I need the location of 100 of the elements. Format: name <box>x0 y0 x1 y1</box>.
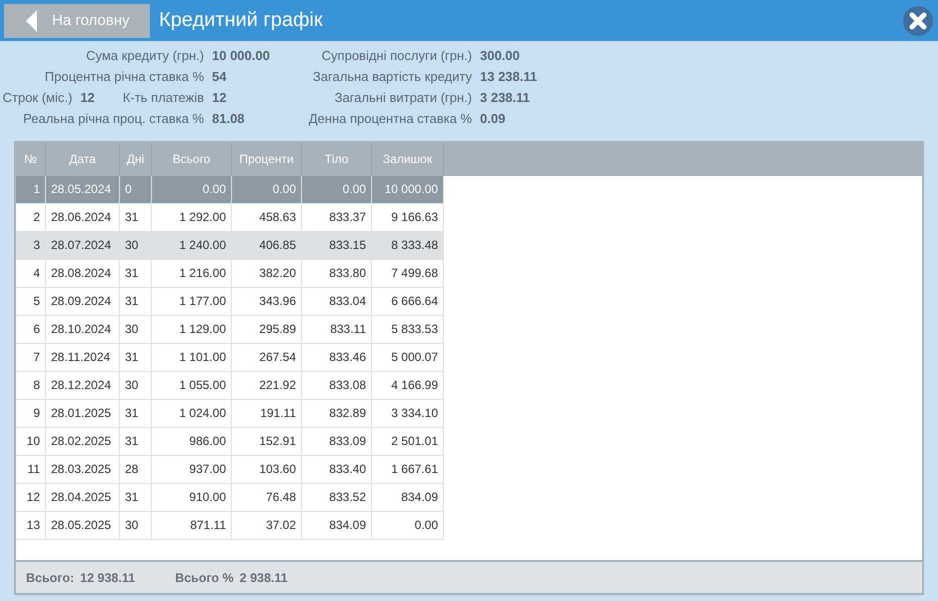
table-cell: 28.08.2024 <box>46 260 120 287</box>
summary-label: Строк (міс.) <box>2 90 72 105</box>
summary-label: Процентна річна ставка % <box>44 69 204 84</box>
table-cell: 834.09 <box>302 512 372 539</box>
table-cell: 103.60 <box>232 456 302 483</box>
table-cell: 10 <box>16 428 46 455</box>
table-cell: 28.12.2024 <box>46 372 120 399</box>
table-row[interactable]: 4 28.08.2024 31 1 216.00 382.20 833.80 7 499.68 <box>16 260 444 288</box>
table-cell: 1 667.61 <box>372 456 444 483</box>
table-cell: 6 666.64 <box>372 288 444 315</box>
table-cell: 76.48 <box>232 484 302 511</box>
total-value: 12 938.11 <box>80 570 136 584</box>
table-cell: 28.05.2024 <box>46 176 120 203</box>
table-cell: 833.37 <box>302 204 372 231</box>
table-cell: 833.09 <box>302 428 372 455</box>
table-cell: 833.11 <box>302 316 372 343</box>
table-cell: 910.00 <box>152 484 232 511</box>
table-cell: 458.63 <box>232 204 302 231</box>
table-cell: 28.06.2024 <box>46 204 120 231</box>
table-cell: 834.09 <box>372 484 444 511</box>
table-cell: 5 <box>16 288 46 315</box>
table-cell: 191.11 <box>232 400 302 427</box>
table-cell: 28.01.2025 <box>46 400 120 427</box>
table-cell: 7 <box>16 344 46 371</box>
table-cell: 9 166.63 <box>372 204 444 231</box>
table-cell: 28.04.2025 <box>46 484 120 511</box>
table-cell: 8 <box>16 372 46 399</box>
table-cell: 1 024.00 <box>152 400 232 427</box>
summary-value: 0.09 <box>480 111 506 126</box>
table-cell: 31 <box>120 260 152 287</box>
table-cell: 0.00 <box>232 176 302 203</box>
table-row[interactable]: 6 28.10.2024 30 1 129.00 295.89 833.11 5 833.53 <box>16 316 444 344</box>
table-cell: 833.15 <box>302 232 372 259</box>
total-value: 2 938.11 <box>240 570 288 584</box>
table-cell: 5 833.53 <box>372 316 444 343</box>
table-cell: 28.10.2024 <box>46 316 120 343</box>
table-row[interactable]: 2 28.06.2024 31 1 292.00 458.63 833.37 9 166.63 <box>16 204 444 232</box>
table-cell: 31 <box>120 400 152 427</box>
table-cell: 6 <box>16 316 46 343</box>
total-label: Всього: <box>26 570 74 584</box>
table-row[interactable]: 10 28.02.2025 31 986.00 152.91 833.09 2 501.01 <box>16 428 444 456</box>
table-cell: 295.89 <box>232 316 302 343</box>
table-cell: 833.04 <box>302 288 372 315</box>
table-cell: 832.89 <box>302 400 372 427</box>
close-icon[interactable] <box>903 6 933 36</box>
table-cell: 3 334.10 <box>372 400 444 427</box>
table-cell: 937.00 <box>152 456 232 483</box>
summary-label: Загальна вартість кредиту <box>312 69 472 84</box>
table-cell: 833.40 <box>302 456 372 483</box>
table-cell: 152.91 <box>232 428 302 455</box>
table-cell: 1 055.00 <box>152 372 232 399</box>
table-cell: 1 101.00 <box>152 344 232 371</box>
summary-value: 3 238.11 <box>480 90 531 105</box>
table-cell: 1 <box>16 176 46 203</box>
table-cell: 0.00 <box>372 512 444 539</box>
table-cell: 28.03.2025 <box>46 456 120 483</box>
table-cell: 1 240.00 <box>152 232 232 259</box>
table-cell: 37.02 <box>232 512 302 539</box>
table-cell: 0.00 <box>302 176 372 203</box>
table-row[interactable]: 12 28.04.2025 31 910.00 76.48 833.52 834.09 <box>16 484 444 512</box>
table-cell: 4 166.99 <box>372 372 444 399</box>
table-row[interactable]: 11 28.03.2025 28 937.00 103.60 833.40 1 667.61 <box>16 456 444 484</box>
table-cell: 406.85 <box>232 232 302 259</box>
table-cell: 0 <box>120 176 152 203</box>
table-row[interactable]: 13 28.05.2025 30 871.11 37.02 834.09 0.00 <box>16 512 444 540</box>
table-row[interactable]: 3 28.07.2024 30 1 240.00 406.85 833.15 8 333.48 <box>16 232 444 260</box>
table-cell: 833.46 <box>302 344 372 371</box>
table-cell: 1 292.00 <box>152 204 232 231</box>
table-cell: 28.07.2024 <box>46 232 120 259</box>
table-row[interactable]: 8 28.12.2024 30 1 055.00 221.92 833.08 4 166.99 <box>16 372 444 400</box>
table-cell: 28.09.2024 <box>46 288 120 315</box>
summary-value: 54 <box>212 69 228 84</box>
table-cell: 31 <box>120 288 152 315</box>
summary-label: Сума кредиту (грн.) <box>86 48 204 63</box>
table-cell: 30 <box>120 372 152 399</box>
table-cell: 28 <box>120 456 152 483</box>
table-cell: 31 <box>120 428 152 455</box>
summary-label: Реальна річна проц. ставка % <box>23 111 204 126</box>
table-cell: 3 <box>16 232 46 259</box>
summary-label: Супровідні послуги (грн.) <box>322 48 472 63</box>
table-cell: 28.05.2025 <box>46 512 120 539</box>
table-cell: 1 216.00 <box>152 260 232 287</box>
table-row[interactable]: 7 28.11.2024 31 1 101.00 267.54 833.46 5 000.07 <box>16 344 444 372</box>
table-cell: 833.08 <box>302 372 372 399</box>
table-cell: 30 <box>120 232 152 259</box>
table-cell: 31 <box>120 204 152 231</box>
table-cell: 221.92 <box>232 372 302 399</box>
page-title: Кредитний графік <box>159 9 324 32</box>
table-cell: 10 000.00 <box>372 176 444 203</box>
table-row[interactable]: 5 28.09.2024 31 1 177.00 343.96 833.04 6 666.64 <box>16 288 444 316</box>
table-row[interactable]: 9 28.01.2025 31 1 024.00 191.11 832.89 3 334.10 <box>16 400 444 428</box>
table-cell: 382.20 <box>232 260 302 287</box>
table-cell: 13 <box>16 512 46 539</box>
table-cell: 986.00 <box>152 428 232 455</box>
table-cell: 30 <box>120 512 152 539</box>
summary-value: 300.00 <box>480 48 521 63</box>
table-cell: 31 <box>120 484 152 511</box>
table-cell: 11 <box>16 456 46 483</box>
summary-value: 13 238.11 <box>480 69 538 84</box>
summary-value: 12 <box>212 90 228 105</box>
